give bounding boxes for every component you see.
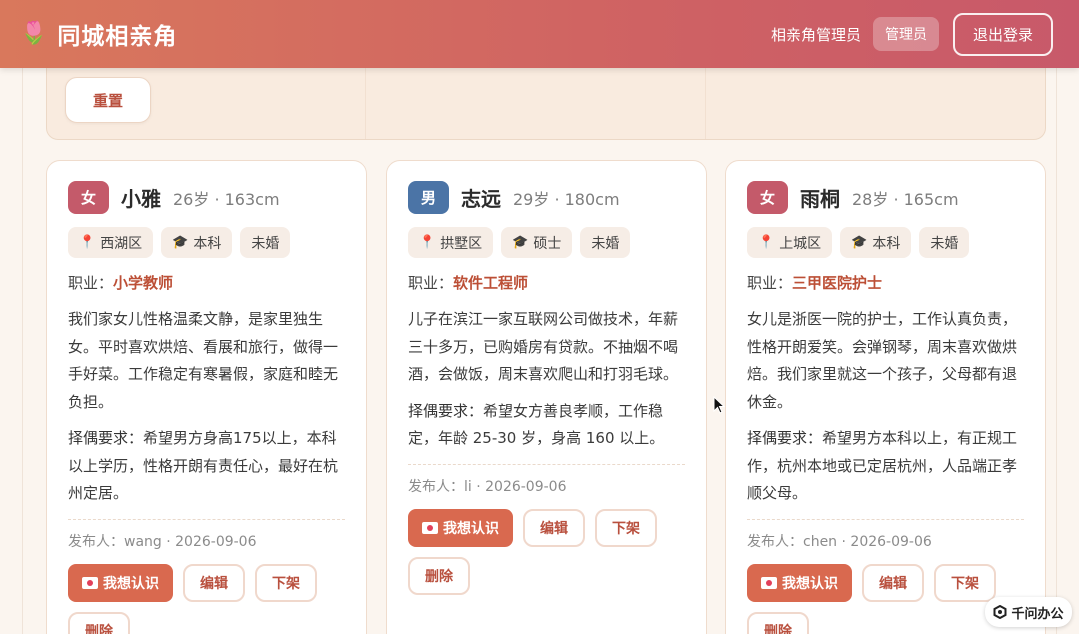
job-value: 小学教师: [113, 274, 174, 292]
app-title: 同城相亲角: [57, 24, 178, 50]
marital-tag: 未婚: [919, 227, 970, 258]
tag-label: 硕士: [533, 235, 562, 252]
gender-badge: 女: [68, 181, 109, 214]
publisher-info: 发布人：li · 2026-09-06: [408, 478, 567, 495]
education-tag: 🎓 本科: [161, 227, 233, 258]
profile-age-height: 26岁 · 163cm: [173, 189, 280, 209]
tag-label: 未婚: [930, 235, 959, 252]
tag-label: 拱墅区: [440, 235, 483, 252]
love-letter-icon: [761, 576, 777, 589]
graduation-cap-icon: 🎓: [851, 235, 868, 250]
profile-card: 女 雨桐 28岁 · 165cm 📍 上城区 🎓 本科 未婚 职业：三甲医院护士 女…: [725, 160, 1046, 634]
profile-name: 志远: [461, 187, 501, 211]
profile-name: 小雅: [121, 187, 161, 211]
card-actions: 我想认识 编辑 下架 删除: [408, 508, 678, 595]
watermark-label: 千问办公: [1011, 606, 1064, 622]
tag-label: 上城区: [779, 235, 822, 252]
location-pin-icon: 📍: [758, 235, 775, 250]
partner-requirements: 择偶要求：希望女方善良孝顺，工作稳定，年龄 25-30 岁，身高 160 以上。: [408, 398, 685, 453]
graduation-cap-icon: 🎓: [512, 235, 529, 250]
logout-button[interactable]: 退出登录: [952, 12, 1053, 56]
profile-age-height: 28岁 · 165cm: [852, 189, 959, 209]
requirements-label: 择偶要求：: [747, 429, 823, 447]
card-actions: 我想认识 编辑 下架 删除: [68, 563, 338, 634]
profile-card: 女 小雅 26岁 · 163cm 📍 西湖区 🎓 本科 未婚 职业：小学教师 我们家…: [46, 160, 367, 634]
gender-badge: 女: [747, 181, 788, 214]
profile-description: 我们家女儿性格温柔文静，是家里独生女。平时喜欢烘焙、看展和旅行，做得一手好菜。工…: [68, 310, 339, 411]
mouse-cursor-icon: [713, 396, 725, 414]
job-value: 软件工程师: [453, 274, 529, 292]
role-badge: 管理员: [872, 17, 939, 51]
district-tag: 📍 西湖区: [68, 227, 154, 258]
header-user-area: 相亲角管理员 管理员 退出登录: [770, 12, 1053, 56]
location-pin-icon: 📍: [79, 235, 96, 250]
page-border-left: [22, 68, 23, 634]
love-letter-icon: [422, 521, 438, 534]
top-header: 🌷 同城相亲角 相亲角管理员 管理员 退出登录: [0, 0, 1079, 68]
love-letter-icon: [82, 576, 98, 589]
district-tag: 📍 拱墅区: [408, 227, 494, 258]
reset-button[interactable]: 重置: [65, 77, 151, 123]
offline-button[interactable]: 下架: [934, 563, 996, 602]
offline-button[interactable]: 下架: [595, 508, 657, 547]
job-line: 职业：三甲医院护士: [747, 272, 1024, 293]
gender-badge: 男: [408, 181, 449, 214]
job-line: 职业：软件工程师: [408, 272, 685, 293]
requirements-label: 择偶要求：: [408, 401, 484, 420]
marital-tag: 未婚: [240, 227, 291, 258]
job-label: 职业：: [747, 274, 793, 292]
partner-requirements: 择偶要求：希望男方身高175以上，本科以上学历，性格开朗有责任心，最好在杭州定居…: [68, 425, 345, 508]
user-name: 相亲角管理员: [770, 25, 861, 44]
delete-button[interactable]: 删除: [408, 556, 470, 595]
partner-requirements: 择偶要求：希望男方本科以上，有正规工作，杭州本地或已定居杭州，人品端正孝顺父母。: [747, 425, 1024, 508]
profile-name: 雨桐: [800, 187, 840, 211]
divider: [408, 463, 685, 465]
meet-label: 我想认识: [103, 575, 159, 592]
delete-button[interactable]: 删除: [68, 611, 130, 634]
divider: [747, 518, 1024, 520]
qianwen-office-badge[interactable]: 千问办公: [985, 597, 1072, 627]
meet-button[interactable]: 我想认识: [408, 508, 513, 547]
education-tag: 🎓 硕士: [501, 227, 573, 258]
meet-button[interactable]: 我想认识: [747, 563, 852, 602]
page-border-right: [1056, 68, 1057, 634]
job-line: 职业：小学教师: [68, 272, 345, 293]
tag-label: 西湖区: [100, 235, 143, 252]
profile-description: 女儿是浙医一院的护士，工作认真负责，性格开朗爱笑。会弹钢琴，周末喜欢做烘焙。我们…: [747, 310, 1018, 411]
publisher-info: 发布人：chen · 2026-09-06: [747, 533, 932, 550]
publisher-info: 发布人：wang · 2026-09-06: [68, 533, 257, 550]
card-actions: 我想认识 编辑 下架 删除: [747, 563, 1017, 634]
marital-tag: 未婚: [580, 227, 631, 258]
tag-label: 未婚: [251, 235, 280, 252]
location-pin-icon: 📍: [419, 235, 436, 250]
profile-card: 男 志远 29岁 · 180cm 📍 拱墅区 🎓 硕士 未婚 职业：软件工程师 儿子…: [386, 160, 707, 634]
offline-button[interactable]: 下架: [255, 563, 317, 602]
tag-label: 本科: [872, 235, 901, 252]
tag-label: 未婚: [591, 235, 620, 252]
education-tag: 🎓 本科: [840, 227, 912, 258]
meet-button[interactable]: 我想认识: [68, 563, 173, 602]
meet-label: 我想认识: [782, 575, 838, 592]
job-label: 职业：: [68, 274, 114, 292]
district-tag: 📍 上城区: [747, 227, 833, 258]
job-label: 职业：: [408, 274, 454, 292]
edit-button[interactable]: 编辑: [523, 508, 585, 547]
brand[interactable]: 🌷 同城相亲角: [20, 17, 177, 51]
edit-button[interactable]: 编辑: [862, 563, 924, 602]
divider: [68, 518, 345, 520]
tulip-icon: 🌷: [20, 21, 48, 46]
tag-label: 本科: [193, 235, 222, 252]
profile-age-height: 29岁 · 180cm: [513, 189, 620, 209]
meet-label: 我想认识: [443, 520, 499, 537]
delete-button[interactable]: 删除: [747, 611, 809, 634]
edit-button[interactable]: 编辑: [183, 563, 245, 602]
job-value: 三甲医院护士: [792, 274, 883, 292]
profile-description: 儿子在滨江一家互联网公司做技术，年薪三十多万，已购婚房有贷款。不抽烟不喝酒，会做…: [408, 310, 679, 383]
qianwen-logo-icon: [993, 605, 1007, 619]
graduation-cap-icon: 🎓: [172, 235, 189, 250]
requirements-label: 择偶要求：: [68, 429, 144, 447]
